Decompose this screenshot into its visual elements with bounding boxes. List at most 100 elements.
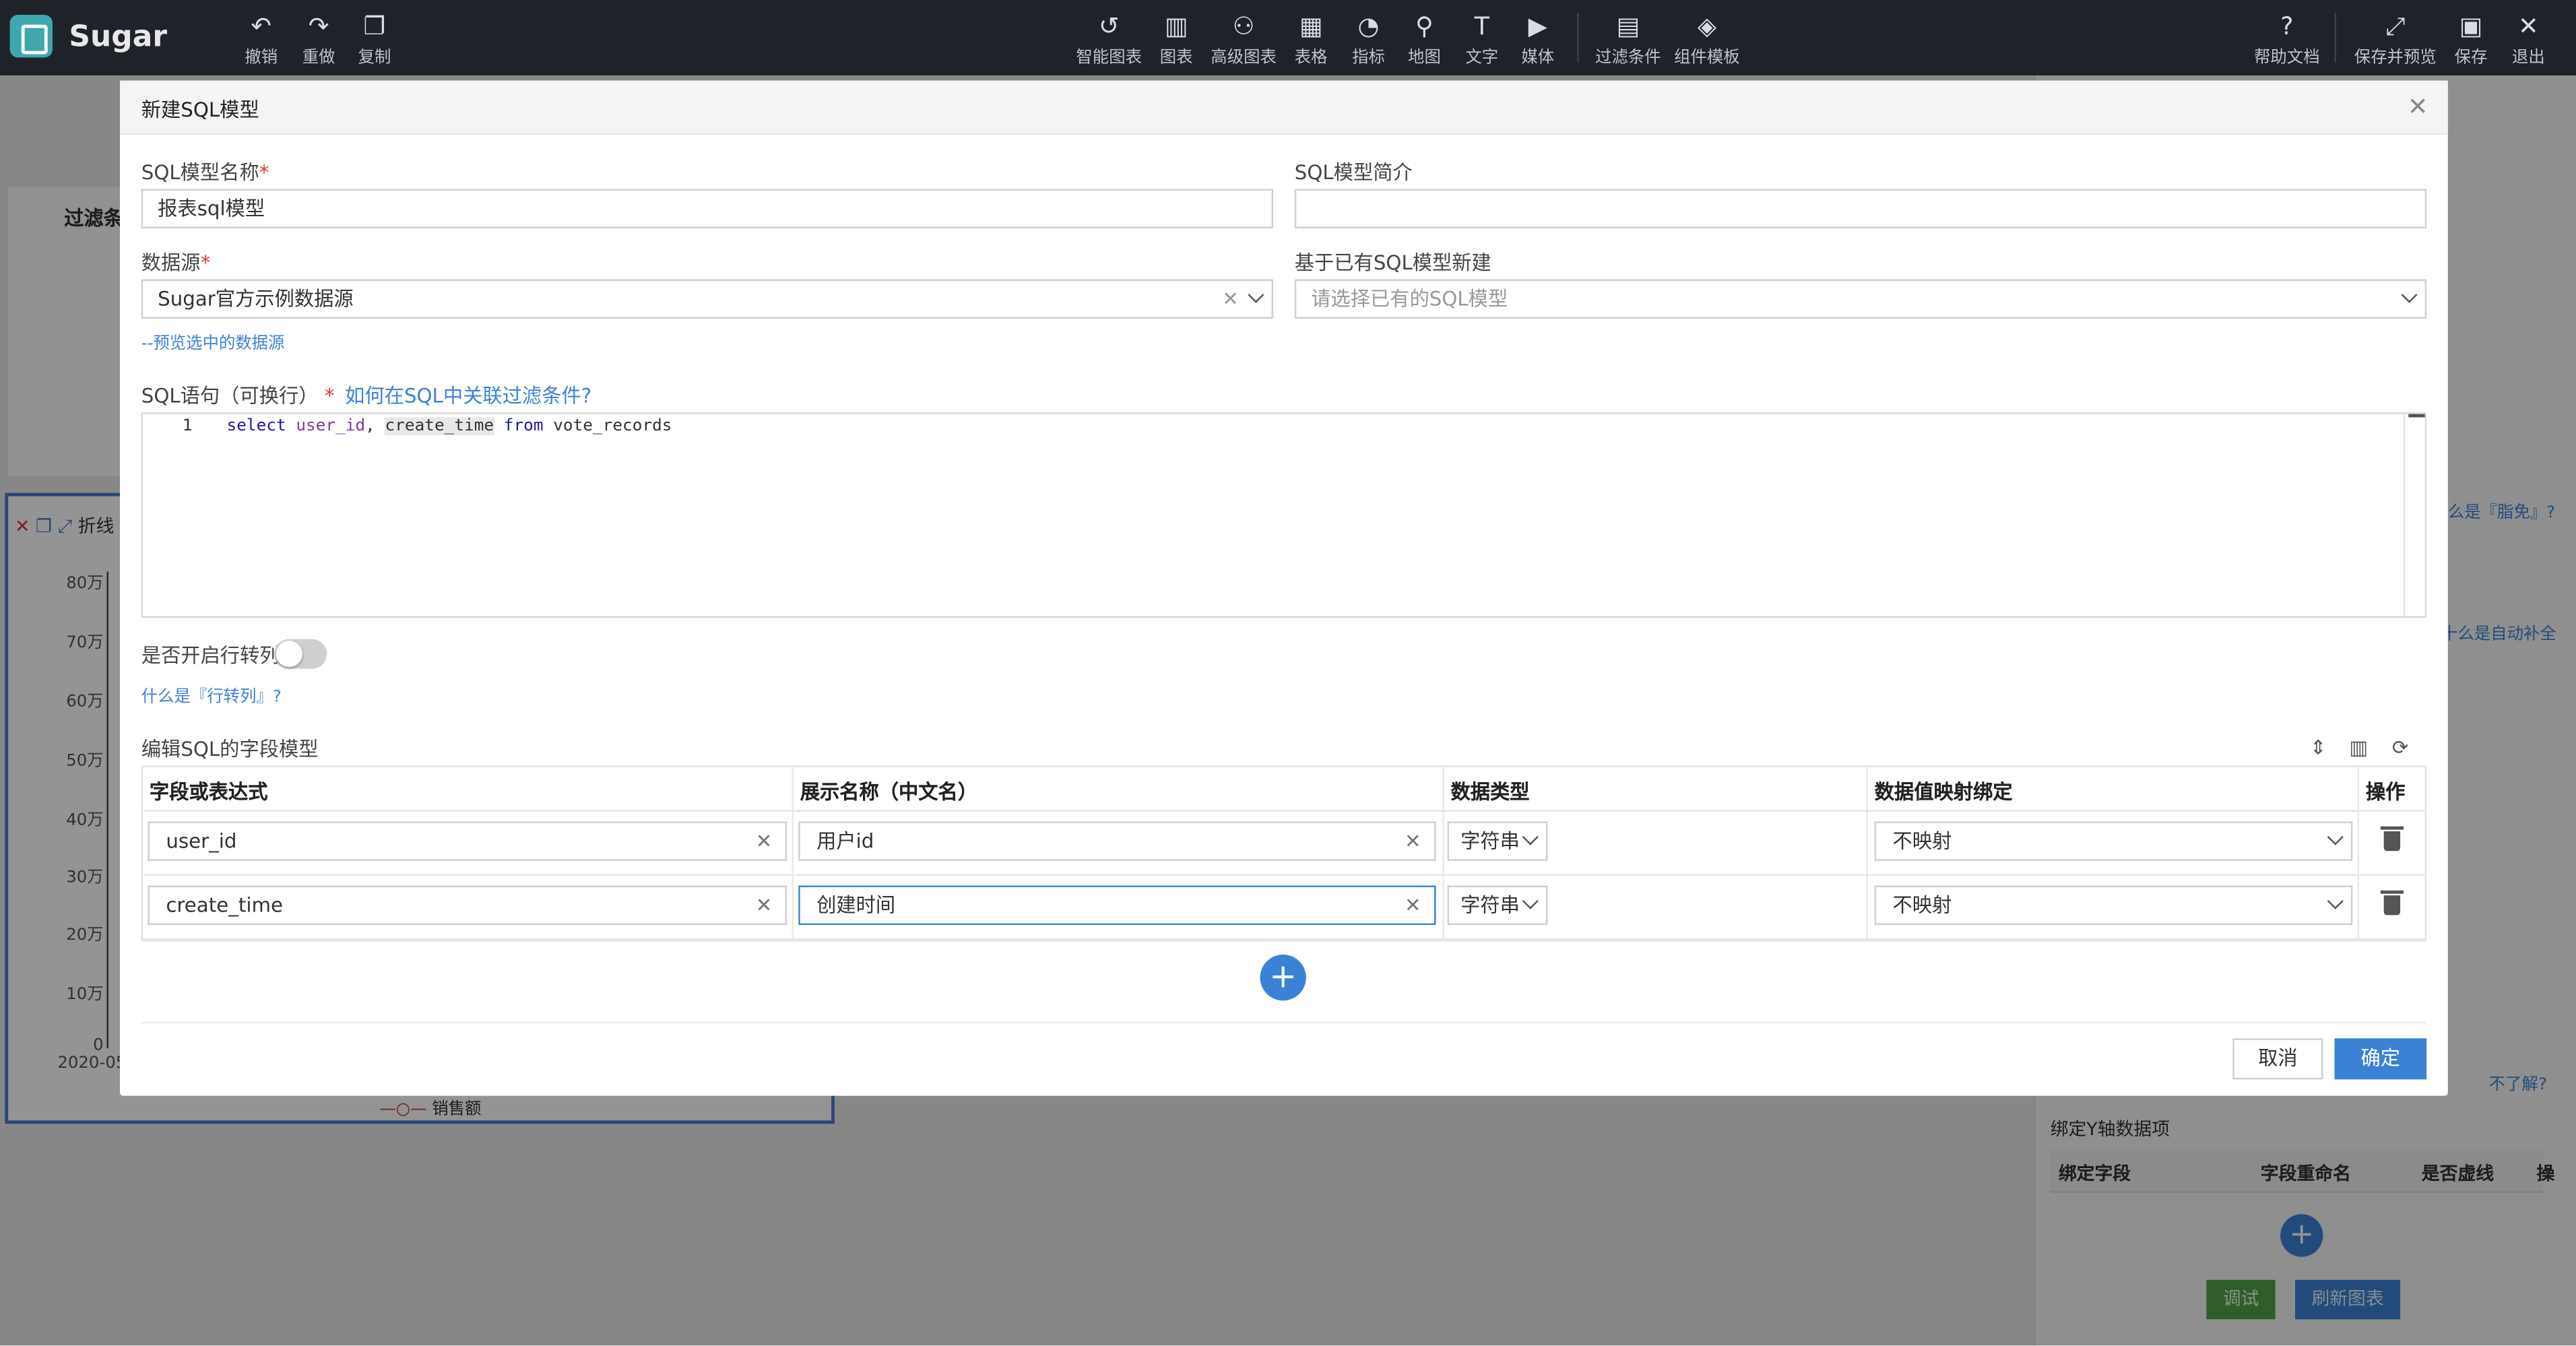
sort-icon[interactable]: ⇕ [2310,736,2327,759]
media-label: 媒体 [1521,49,1555,67]
display-value: 用户id [816,829,874,853]
copy-button[interactable]: ❐ 复制 [358,13,391,67]
clear-icon[interactable]: ✕ [756,887,773,924]
chevron-down-icon [1522,829,1539,845]
sql-filter-help-link[interactable]: 如何在SQL中关联过滤条件? [345,381,591,409]
data-type-select[interactable]: 字符串 [1447,885,1548,926]
map-button[interactable]: ⚲ 地图 [1408,13,1441,67]
filter-button[interactable]: ▤ 过滤条件 [1595,13,1661,67]
toolbar-divider [2334,13,2336,63]
advanced-chart-button[interactable]: ⚇ 高级图表 [1211,13,1277,67]
smart-chart-button[interactable]: ↺ 智能图表 [1076,13,1142,67]
clear-icon[interactable]: ✕ [756,823,773,860]
mapping-value: 不映射 [1892,893,1952,917]
cell-actions [2359,876,2426,938]
advanced-chart-icon: ⚇ [1232,11,1255,41]
based-on-model-select[interactable]: 请选择已有的SQL模型 [1294,279,2427,319]
smart-chart-icon: ↺ [1098,11,1120,41]
refresh-icon[interactable]: ⟳ [2392,736,2409,759]
map-label: 地图 [1408,49,1441,67]
col-mapping: 数据值映射绑定 [1868,767,2360,810]
line-number: 1 [182,417,193,436]
save-preview-button[interactable]: ⤢ 保存并预览 [2354,13,2437,67]
delete-row-icon[interactable] [2380,826,2404,852]
model-name-input[interactable]: 报表sql模型 [141,189,1274,228]
expr-input[interactable]: create_time ✕ [148,885,787,926]
text-button[interactable]: T 文字 [1465,13,1498,67]
chevron-down-icon [2401,286,2418,303]
redo-button[interactable]: ↷ 重做 [302,13,335,67]
sql-editor[interactable]: 1 select user_id, create_time from vote_… [141,412,2427,618]
model-desc-input[interactable] [1294,189,2427,228]
confirm-button[interactable]: 确定 [2334,1038,2427,1080]
save-preview-icon: ⤢ [2385,11,2406,41]
display-value: 创建时间 [816,893,896,917]
exit-button[interactable]: ✕ 退出 [2512,13,2545,67]
type-value: 字符串 [1460,829,1520,853]
delete-row-icon[interactable] [2380,890,2404,916]
mapping-value: 不映射 [1892,829,1952,853]
expr-value: create_time [166,893,283,917]
col-type: 数据类型 [1444,767,1868,810]
col-display: 展示名称（中文名） [794,767,1444,810]
toolbar-divider [1577,13,1579,63]
pivot-help-link[interactable]: 什么是『行转列』? [141,682,282,707]
cancel-button[interactable]: 取消 [2232,1038,2323,1080]
new-sql-model-dialog: 新建SQL模型 ✕ SQL模型名称* 报表sql模型 SQL模型简介 数据源* … [120,80,2448,1096]
chart-label: 图表 [1159,49,1193,67]
table-icon: ▦ [1299,11,1323,41]
cell-display: 创建时间 ✕ [794,875,1444,938]
chevron-down-icon [2327,893,2344,909]
preview-datasource-link[interactable]: --预览选中的数据源 [141,329,285,354]
save-button[interactable]: ▣ 保存 [2455,13,2488,67]
clear-icon[interactable]: ✕ [1222,281,1239,317]
based-on-model-label: 基于已有SQL模型新建 [1294,251,1491,275]
model-name-value: 报表sql模型 [158,197,265,220]
metric-button[interactable]: ◔ 指标 [1352,13,1385,67]
sql-code-line[interactable]: select user_id, create_time from vote_re… [227,417,672,435]
expr-input[interactable]: user_id ✕ [148,821,787,861]
cell-actions [2359,812,2426,874]
type-value: 字符串 [1460,893,1520,917]
app-name: Sugar [69,19,167,54]
template-button[interactable]: ◈ 组件模板 [1674,13,1740,67]
add-field-button[interactable]: + [1260,954,1306,1001]
clear-icon[interactable]: ✕ [1405,887,1421,924]
chart-button[interactable]: ▥ 图表 [1160,13,1193,67]
app-logo: Sugar [9,14,167,58]
save-icon: ▣ [2459,11,2483,41]
mapping-select[interactable]: 不映射 [1874,885,2353,926]
mapping-select[interactable]: 不映射 [1874,821,2353,861]
datasource-value: Sugar官方示例数据源 [158,287,354,311]
editor-scrollbar[interactable] [2403,414,2425,616]
media-button[interactable]: ▶ 媒体 [1521,13,1554,67]
datasource-label: 数据源* [141,251,211,275]
smart-chart-label: 智能图表 [1076,49,1142,67]
undo-button[interactable]: ↶ 撤销 [245,13,278,67]
copy-icon: ❐ [363,11,386,41]
pivot-label: 是否开启行转列 [141,644,280,668]
table-label: 表格 [1294,49,1328,67]
help-button[interactable]: ? 帮助文档 [2254,13,2320,67]
datasource-select[interactable]: Sugar官方示例数据源 ✕ [141,279,1274,319]
advanced-chart-label: 高级图表 [1211,49,1277,67]
table-button[interactable]: ▦ 表格 [1295,13,1328,67]
save-preview-label: 保存并预览 [2354,49,2437,67]
dialog-header: 新建SQL模型 ✕ [120,80,2448,135]
data-type-select[interactable]: 字符串 [1447,821,1548,861]
top-toolbar: Sugar ↶ 撤销 ↷ 重做 ❐ 复制 ↺ 智能图表 ▥ 图表 ⚇ 高级图表 … [0,0,2576,76]
line-gutter: 1 [143,414,216,616]
filter-label: 过滤条件 [1595,49,1661,67]
close-icon[interactable]: ✕ [2408,92,2428,122]
display-name-input[interactable]: 创建时间 ✕ [798,885,1436,926]
model-desc-label: SQL模型简介 [1294,161,1413,185]
media-icon: ▶ [1528,11,1547,41]
help-label: 帮助文档 [2254,49,2320,67]
trash-all-icon[interactable]: ▥ [2349,736,2368,759]
clear-icon[interactable]: ✕ [1405,823,1421,860]
template-icon: ◈ [1697,11,1716,41]
display-name-input[interactable]: 用户id ✕ [798,821,1436,861]
save-label: 保存 [2454,49,2488,67]
pivot-toggle[interactable] [274,639,327,669]
field-model-table: 字段或表达式 展示名称（中文名） 数据类型 数据值映射绑定 操作 user_id… [141,765,2427,942]
